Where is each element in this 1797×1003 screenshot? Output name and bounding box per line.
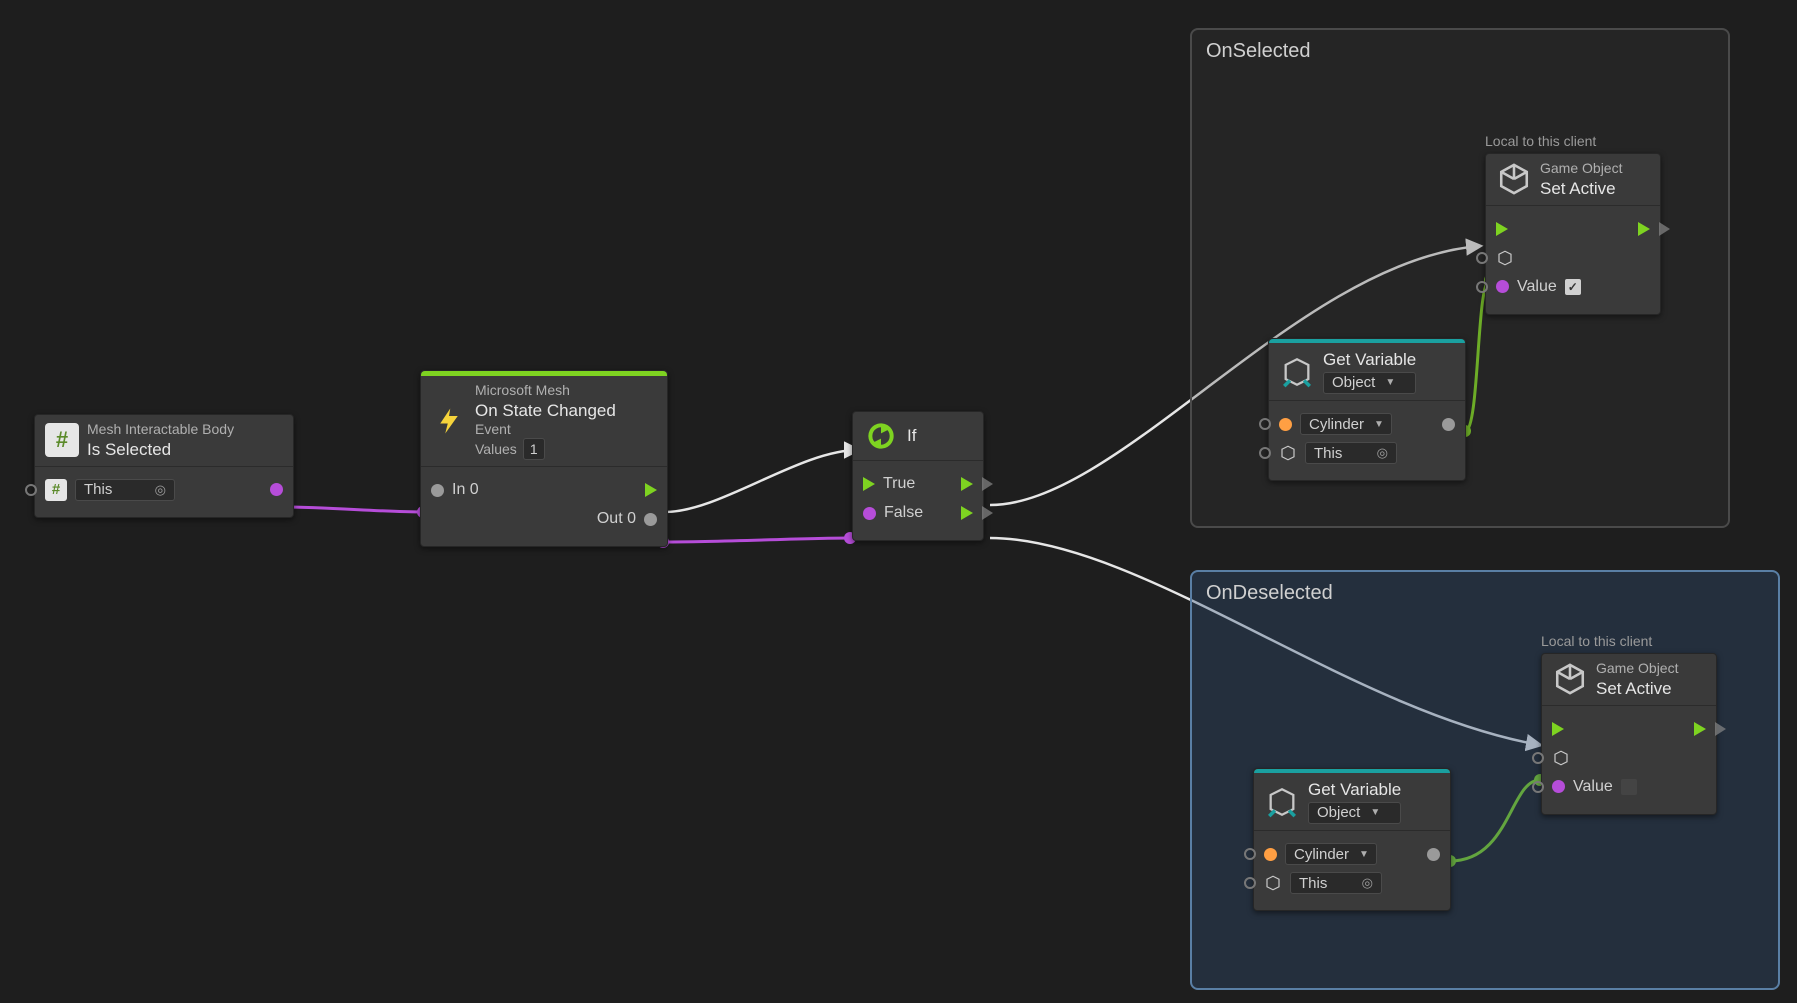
output-port[interactable] [270,483,283,496]
variable-name-dropdown[interactable]: Cylinder▼ [1285,843,1377,865]
exec-connector-icon[interactable] [982,506,993,520]
target-port[interactable] [1244,877,1256,889]
lightning-icon [431,403,467,439]
event-label: Event [475,421,616,439]
variable-name-dropdown[interactable]: Cylinder▼ [1300,413,1392,435]
node-set-active[interactable]: Game Object Set Active Value [1541,653,1717,815]
node-category: Microsoft Mesh [475,382,616,400]
out-label: Out 0 [597,510,636,528]
target-field[interactable]: This◎ [1290,872,1382,894]
exec-in-arrow-icon[interactable] [1552,722,1564,736]
group-title: OnSelected [1206,40,1714,63]
exec-out-arrow-icon[interactable] [645,483,657,497]
node-title: Set Active [1540,178,1622,199]
node-get-variable[interactable]: Get Variable Object▼ Cylinder▼ This◎ [1253,768,1451,911]
true-label: True [883,475,915,493]
target-field[interactable]: This ◎ [75,479,175,501]
local-label: Local to this client [1485,133,1661,149]
cube-icon [1496,161,1532,197]
value-type-port [1496,280,1509,293]
in-label: In 0 [452,481,479,499]
condition-port[interactable] [863,507,876,520]
exec-out-arrow-icon[interactable] [1694,722,1706,736]
node-if[interactable]: If True False [852,411,984,541]
hash-icon: # [45,479,67,501]
cube-icon [1552,661,1588,697]
node-title: Set Active [1596,678,1678,699]
exec-out-arrow-icon[interactable] [1638,222,1650,236]
node-title: Get Variable [1323,349,1416,370]
exec-connector-icon[interactable] [1659,222,1670,236]
value-type-port [1552,780,1565,793]
name-port[interactable] [1244,848,1256,860]
gameobject-port[interactable] [1532,752,1544,764]
node-subtitle: Mesh Interactable Body [87,421,234,439]
exec-connector-icon[interactable] [1715,722,1726,736]
exec-in-arrow-icon[interactable] [863,477,875,491]
values-label: Values [475,441,517,459]
values-field[interactable]: 1 [523,438,545,460]
gameobject-port[interactable] [1476,252,1488,264]
value-checkbox[interactable] [1621,779,1637,795]
input-port[interactable] [25,484,37,496]
value-label: Value [1517,278,1557,296]
cube-icon [1279,444,1297,462]
node-get-variable[interactable]: Get Variable Object▼ Cylinder▼ This◎ [1268,338,1466,481]
scope-dropdown[interactable]: Object▼ [1323,372,1416,394]
cube-icon [1264,874,1282,892]
out-port[interactable] [644,513,657,526]
group-title: OnDeselected [1206,582,1764,605]
value-out-port[interactable] [1442,418,1455,431]
name-type-port [1279,418,1292,431]
cube-icon [1496,249,1514,267]
node-on-state-changed[interactable]: Microsoft Mesh On State Changed Event Va… [420,370,668,547]
exec-in-arrow-icon[interactable] [1496,222,1508,236]
in-port[interactable] [431,484,444,497]
node-subtitle: Game Object [1540,160,1622,178]
cube-icon [1552,749,1570,767]
false-label: False [884,504,923,522]
true-out-arrow-icon[interactable] [961,477,973,491]
scope-dropdown[interactable]: Object▼ [1308,802,1401,824]
node-subtitle: Game Object [1596,660,1678,678]
name-port[interactable] [1259,418,1271,430]
branch-icon [863,418,899,454]
exec-connector-icon[interactable] [982,477,993,491]
hash-icon: # [45,423,79,457]
node-title: Is Selected [87,439,234,460]
value-label: Value [1573,778,1613,796]
local-label: Local to this client [1541,633,1717,649]
node-title: On State Changed [475,400,616,421]
target-port[interactable] [1259,447,1271,459]
value-port[interactable] [1532,781,1544,793]
false-out-arrow-icon[interactable] [961,506,973,520]
variable-icon [1279,354,1315,390]
node-set-active[interactable]: Game Object Set Active Value ✓ [1485,153,1661,315]
node-is-selected[interactable]: # Mesh Interactable Body Is Selected # T… [34,414,294,518]
target-field[interactable]: This◎ [1305,442,1397,464]
name-type-port [1264,848,1277,861]
value-out-port[interactable] [1427,848,1440,861]
node-title: Get Variable [1308,779,1401,800]
value-port[interactable] [1476,281,1488,293]
variable-icon [1264,784,1300,820]
node-title: If [907,425,916,446]
value-checkbox[interactable]: ✓ [1565,279,1581,295]
